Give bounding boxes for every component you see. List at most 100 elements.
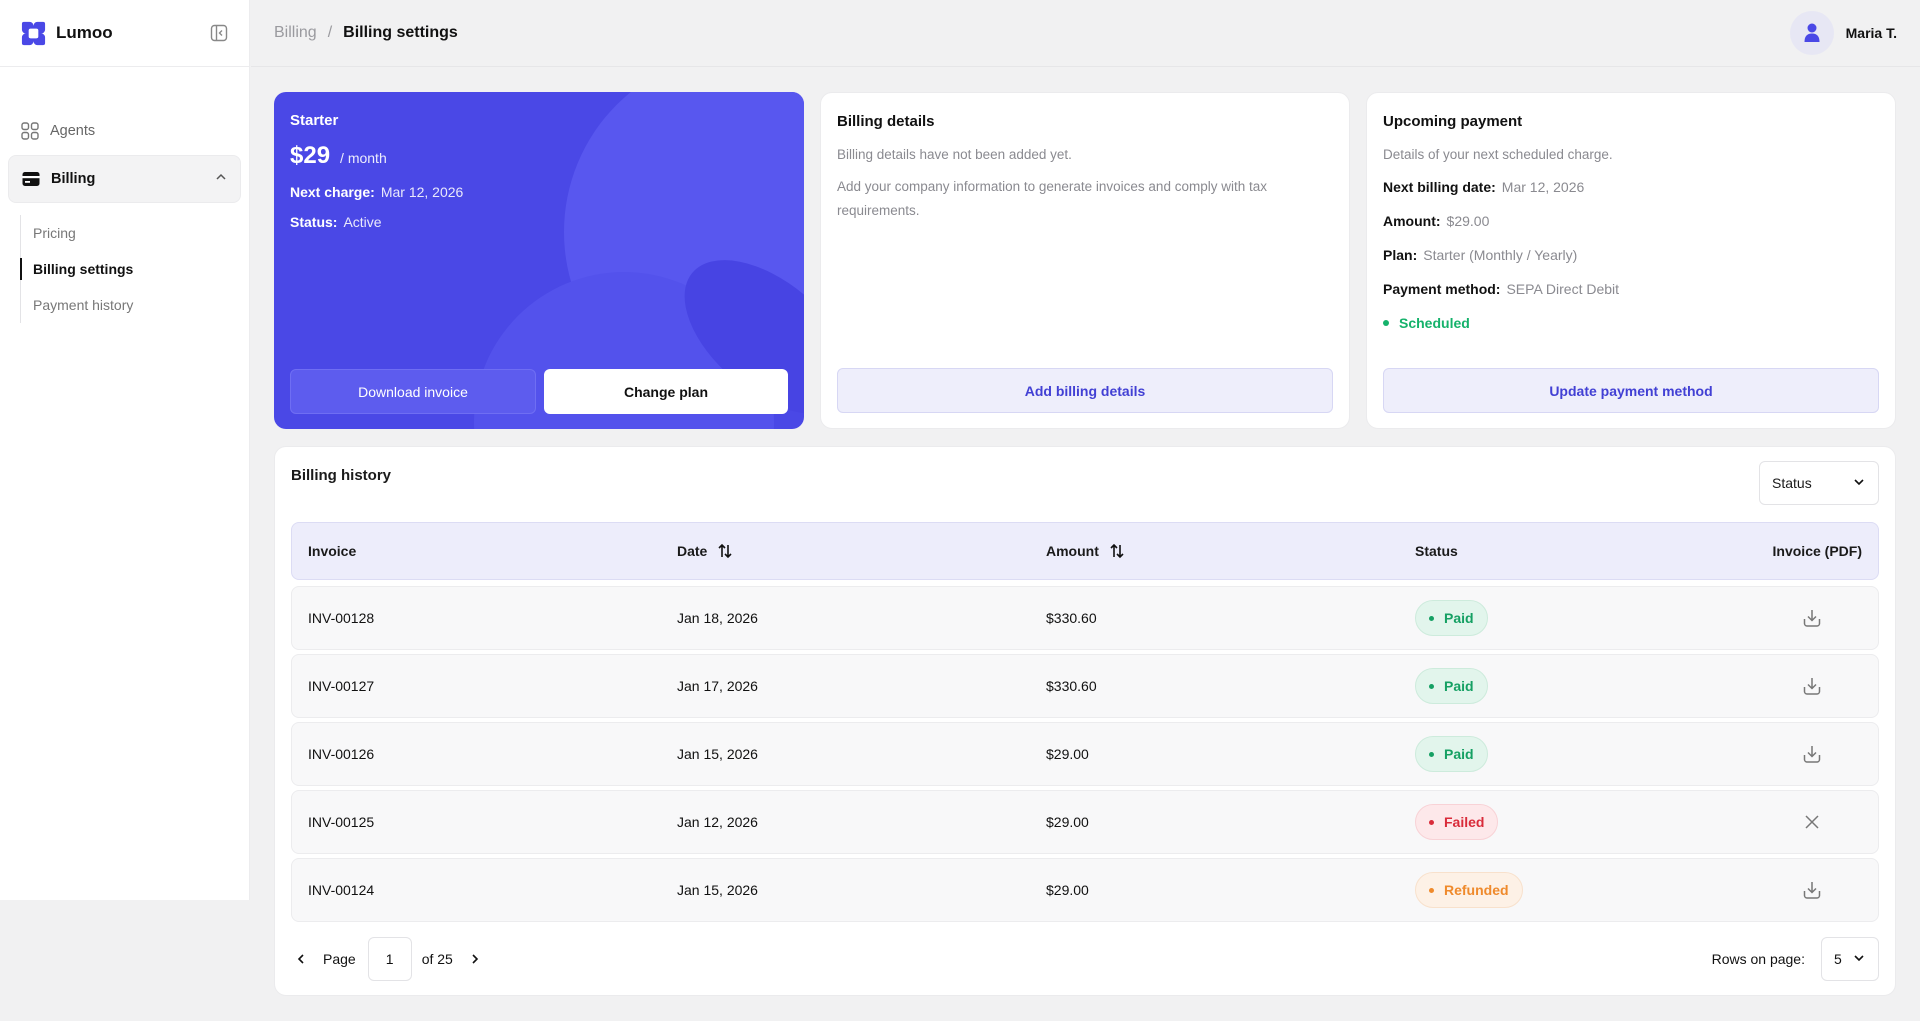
add-billing-details-button[interactable]: Add billing details <box>837 368 1333 413</box>
collapse-sidebar-icon[interactable] <box>209 23 229 43</box>
sidebar-item-label: Agents <box>50 123 96 139</box>
invoice-status-cell: Paid <box>1415 600 1772 636</box>
plan-label: Plan: <box>1383 247 1418 263</box>
page-count: of 25 <box>421 951 453 967</box>
plan-price-period: / month <box>340 150 387 166</box>
upcoming-payment-desc: Details of your next scheduled charge. <box>1383 147 1613 162</box>
chevron-down-icon <box>1852 475 1866 492</box>
invoice-id: INV-00126 <box>308 746 375 762</box>
page-label: Page <box>323 951 356 967</box>
sidebar: Lumoo Agents Billing Pricing Billing set… <box>0 0 250 900</box>
billing-details-hint: Add your company information to generate… <box>837 179 1267 218</box>
invoice-amount: $29.00 <box>1046 814 1089 830</box>
next-charge-label: Next charge: <box>290 184 375 200</box>
sort-icon[interactable] <box>1109 543 1125 559</box>
download-invoice-button[interactable]: Download invoice <box>290 369 536 414</box>
breadcrumb-current: Billing settings <box>343 24 458 41</box>
upcoming-payment-card: Upcoming payment Details of your next sc… <box>1366 92 1896 429</box>
scheduled-status-label: Scheduled <box>1399 315 1470 331</box>
change-plan-button[interactable]: Change plan <box>544 369 788 414</box>
close-icon[interactable] <box>1772 813 1852 831</box>
payment-method-value: SEPA Direct Debit <box>1506 281 1620 297</box>
chevron-up-icon <box>214 170 228 188</box>
page-number-input[interactable]: 1 <box>367 937 412 981</box>
amount-row: Amount: $29.00 <box>1383 213 1879 229</box>
billing-details-title: Billing details <box>837 113 935 130</box>
breadcrumb-billing[interactable]: Billing <box>274 24 317 42</box>
logo-row: Lumoo <box>0 0 249 67</box>
plan-value: Starter (Monthly / Yearly) <box>1423 247 1578 263</box>
invoice-id: INV-00127 <box>308 678 375 694</box>
update-payment-method-button[interactable]: Update payment method <box>1383 368 1879 413</box>
grid-icon <box>20 121 40 141</box>
plan-status-label: Status: <box>290 214 338 230</box>
column-invoice: Invoice <box>308 543 357 559</box>
upcoming-payment-title: Upcoming payment <box>1383 113 1523 130</box>
sidebar-item-billing[interactable]: Billing <box>8 155 241 203</box>
plan-status-row: Status: Active <box>290 214 788 230</box>
status-dot <box>1429 819 1434 825</box>
column-amount-label: Amount <box>1046 543 1099 559</box>
chevron-right-icon[interactable] <box>465 949 485 969</box>
app-name: Lumoo <box>56 23 113 42</box>
user-name: Maria T. <box>1845 25 1897 41</box>
chevron-down-icon <box>1852 951 1866 968</box>
invoice-date: Jan 18, 2026 <box>677 610 758 626</box>
invoice-status-cell: Paid <box>1415 736 1772 772</box>
next-charge-value: Mar 12, 2026 <box>380 184 464 200</box>
user-menu[interactable]: Maria T. <box>1789 11 1897 55</box>
sidebar-subitem-billing-settings[interactable]: Billing settings <box>20 251 249 287</box>
rows-on-page-value: 5 <box>1834 951 1842 967</box>
status-badge-label: Failed <box>1444 814 1485 830</box>
billing-history-title: Billing history <box>291 467 392 484</box>
status-dot <box>1429 683 1434 689</box>
payment-method-label: Payment method: <box>1383 281 1501 297</box>
download-icon[interactable] <box>1772 743 1852 765</box>
avatar[interactable] <box>1789 11 1834 55</box>
top-header: Billing / Billing settings Maria T. <box>251 0 1920 67</box>
plan-price-amount: $29 <box>290 142 331 169</box>
sidebar-item-label: Billing <box>51 171 96 187</box>
billing-details-card: Billing details Billing details have not… <box>820 92 1350 429</box>
rows-on-page-select[interactable]: 5 <box>1821 937 1879 981</box>
status-badge: Paid <box>1415 736 1488 772</box>
breadcrumb-separator: / <box>327 24 333 41</box>
status-filter-label: Status <box>1772 475 1812 491</box>
amount-label: Amount: <box>1383 213 1441 229</box>
sidebar-subitem-payment-history[interactable]: Payment history <box>21 287 249 323</box>
table-row: INV-00124 Jan 15, 2026 $29.00 Refunded <box>291 858 1879 922</box>
invoice-status-cell: Paid <box>1415 668 1772 704</box>
invoice-status-cell: Refunded <box>1415 872 1772 908</box>
download-icon[interactable] <box>1772 607 1852 629</box>
column-amount[interactable]: Amount <box>1046 543 1415 559</box>
invoice-date: Jan 17, 2026 <box>677 678 758 694</box>
status-badge: Paid <box>1415 668 1488 704</box>
status-dot <box>1383 320 1389 326</box>
plan-card: Starter $29 / month Next charge: Mar 12, … <box>274 92 804 429</box>
download-icon[interactable] <box>1772 675 1852 697</box>
scheduled-status: Scheduled <box>1383 315 1879 331</box>
invoice-amount: $29.00 <box>1046 746 1089 762</box>
sort-icon[interactable] <box>717 543 733 559</box>
invoice-amount: $330.60 <box>1046 678 1097 694</box>
chevron-left-icon[interactable] <box>291 949 311 969</box>
invoice-amount: $330.60 <box>1046 610 1097 626</box>
column-date[interactable]: Date <box>677 543 1046 559</box>
plan-name: Starter <box>290 112 339 129</box>
next-billing-date-value: Mar 12, 2026 <box>1501 179 1585 195</box>
sidebar-item-agents[interactable]: Agents <box>0 107 249 155</box>
download-icon[interactable] <box>1772 879 1852 901</box>
status-badge-label: Paid <box>1444 746 1474 762</box>
table-row: INV-00127 Jan 17, 2026 $330.60 Paid <box>291 654 1879 718</box>
status-filter-dropdown[interactable]: Status <box>1759 461 1879 505</box>
column-invoice-pdf: Invoice (PDF) <box>1772 543 1862 559</box>
billing-subnav: Pricing Billing settings Payment history <box>20 215 249 323</box>
status-badge: Paid <box>1415 600 1488 636</box>
table-row: INV-00125 Jan 12, 2026 $29.00 Failed <box>291 790 1879 854</box>
sidebar-subitem-pricing[interactable]: Pricing <box>21 215 249 251</box>
rows-on-page: Rows on page: 5 <box>1712 937 1879 981</box>
billing-history-card: Billing history Status Invoice Date Amou… <box>274 446 1896 996</box>
invoice-date: Jan 15, 2026 <box>677 882 758 898</box>
invoice-id: INV-00128 <box>308 610 375 626</box>
status-badge-label: Refunded <box>1444 882 1509 898</box>
